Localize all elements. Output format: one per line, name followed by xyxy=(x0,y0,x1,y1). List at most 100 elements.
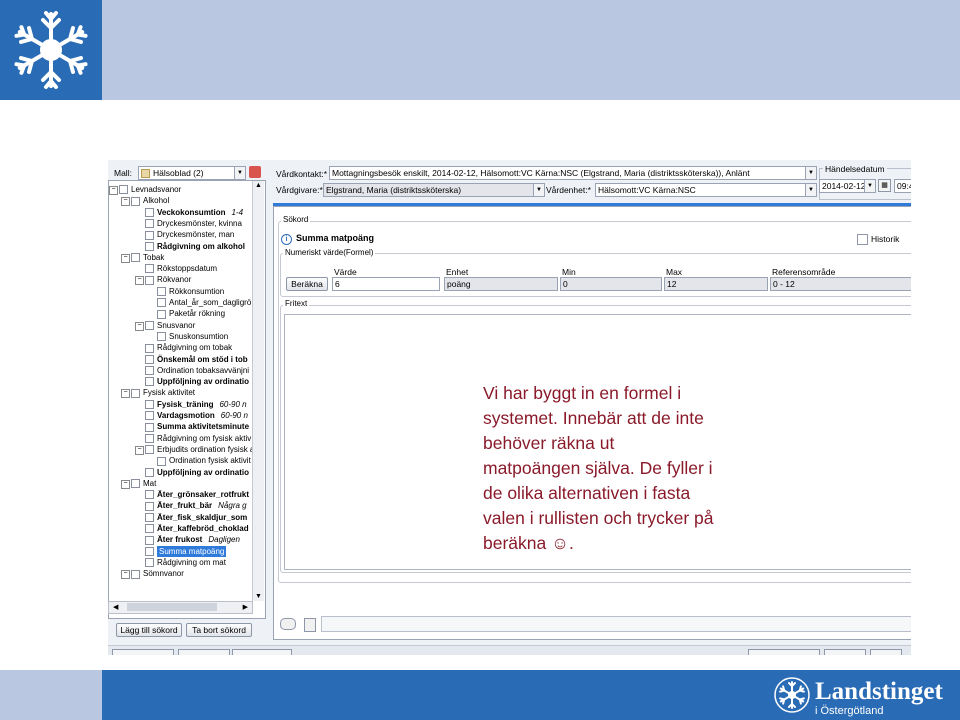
arrow-up-icon[interactable]: ▲ xyxy=(255,182,262,189)
tree-item[interactable]: − Snusvanor xyxy=(135,320,195,331)
date-field[interactable]: 2014-02-12 xyxy=(819,179,865,193)
collapse-icon[interactable]: − xyxy=(121,570,130,580)
eraser-icon[interactable] xyxy=(280,618,296,630)
splitter-handle[interactable] xyxy=(265,340,270,430)
tree-item[interactable]: Rådgivning om mat xyxy=(145,557,226,568)
tree-item[interactable]: Rådgivning om alkohol xyxy=(145,241,245,252)
node-icon xyxy=(145,524,154,534)
user-icon[interactable] xyxy=(249,166,261,178)
tree-item-value: 1-4 xyxy=(231,207,244,217)
handelsedatum-label: Händelsedatum xyxy=(823,164,887,174)
tree-item[interactable]: Antal_år_som_dagligrö xyxy=(157,297,251,308)
time-field[interactable]: 09:4 xyxy=(894,179,911,193)
tree-item[interactable]: Äter_frukt_bär Några g xyxy=(145,500,247,511)
node-icon xyxy=(145,264,154,274)
collapse-icon[interactable]: − xyxy=(121,389,130,399)
collapse-icon[interactable]: − xyxy=(135,445,144,455)
tree-item[interactable]: Äter frukost Dagligen xyxy=(145,534,240,545)
tree-item[interactable]: − Fysisk aktivitet xyxy=(121,387,195,399)
tree-item[interactable]: Snuskonsumtion xyxy=(157,331,228,342)
vardgivare-value: Elgstrand, Maria (distriktssköterska) xyxy=(326,185,462,195)
tree-item-label: Äter_grönsaker_rotfrukt xyxy=(157,490,250,500)
tree-item[interactable]: Rökstoppsdatum xyxy=(145,263,217,274)
vardgivare-select[interactable]: Elgstrand, Maria (distriktssköterska) ▼ xyxy=(323,183,545,197)
tree-item[interactable]: Uppföljning av ordinatio xyxy=(145,376,249,387)
template-icon xyxy=(141,169,150,179)
tree-item[interactable]: Rådgivning om tobak xyxy=(145,342,232,353)
bottom-button-1[interactable] xyxy=(748,649,820,655)
tree-item-label: Ordination tobaksavvänjni xyxy=(157,365,250,375)
node-icon xyxy=(145,411,154,421)
calendar-icon[interactable]: ▦ xyxy=(878,179,891,192)
tree-item-label: Paketår rökning xyxy=(169,309,226,319)
collapse-icon[interactable]: − xyxy=(121,197,130,207)
collapse-icon[interactable]: − xyxy=(109,186,118,195)
tree-item[interactable]: Dryckesmönster, kvinna xyxy=(145,218,242,229)
remove-keyword-button[interactable]: Ta bort sökord xyxy=(186,623,252,637)
sokord-title: Summa matpoäng xyxy=(296,233,375,243)
unit-field: poäng xyxy=(444,277,558,291)
arrow-left-icon[interactable]: ◀ xyxy=(113,603,118,611)
tree-item[interactable]: Summa matpoäng xyxy=(145,545,227,557)
historik-checkbox[interactable] xyxy=(857,234,868,245)
collapse-icon[interactable]: − xyxy=(121,479,130,489)
node-icon xyxy=(145,433,154,443)
vardenhet-select[interactable]: Hälsomott:VC Kärna:NSC ▼ xyxy=(595,183,817,197)
tree-item[interactable]: Fysisk_träning 60-90 n xyxy=(145,399,247,410)
chevron-down-icon: ▼ xyxy=(533,184,544,196)
tree-item-label: Önskemål om stöd i tob xyxy=(157,354,248,364)
brand-name: Landstinget xyxy=(815,678,943,705)
tree-item[interactable]: Summa aktivitetsminute xyxy=(145,421,249,432)
mall-select[interactable]: Hälsoblad (2) ▼ xyxy=(138,166,246,180)
add-keyword-button[interactable]: Lägg till sökord xyxy=(116,623,182,637)
tree-item[interactable]: − Tobak xyxy=(121,252,164,263)
tree-item[interactable]: Ordination tobaksavvänjni xyxy=(145,365,249,376)
tree-item[interactable]: − Levnadsvanor xyxy=(109,184,181,195)
tree-item[interactable]: Vardagsmotion 60-90 n xyxy=(145,410,248,421)
arrow-right-icon[interactable]: ▶ xyxy=(243,603,248,611)
tree-item[interactable]: Äter_grönsaker_rotfrukt xyxy=(145,489,249,500)
arrow-down-icon[interactable]: ▼ xyxy=(255,593,262,600)
tree-item[interactable]: − Alkohol xyxy=(121,195,169,207)
bottom-tab-3[interactable] xyxy=(232,649,292,655)
tree-item[interactable]: Önskemål om stöd i tob xyxy=(145,354,248,365)
collapse-icon[interactable]: − xyxy=(135,276,144,286)
tree-item[interactable]: − Erbjudits ordination fysisk a xyxy=(135,444,254,455)
tree-item[interactable]: Uppföljning av ordinatio xyxy=(145,467,249,478)
tree-item-label: Dryckesmönster, kvinna xyxy=(157,218,242,228)
tree-horizontal-scrollbar[interactable]: ◀ ▶ xyxy=(108,601,253,614)
node-icon xyxy=(157,332,166,342)
overlay-line: beräkna ☺. xyxy=(483,533,574,553)
tree-item[interactable]: Veckokonsumtion 1-4 xyxy=(145,207,243,218)
tree-item-label: Äter frukost xyxy=(157,535,203,545)
tree-item[interactable]: − Mat xyxy=(121,478,156,489)
tree-item[interactable]: − Rökvanor xyxy=(135,274,191,286)
bottom-tab-2[interactable] xyxy=(178,649,230,655)
tree-item[interactable]: Ordination fysisk aktivit xyxy=(157,455,251,466)
collapse-icon[interactable]: − xyxy=(135,321,144,331)
bottom-button-3[interactable] xyxy=(870,649,902,655)
node-icon xyxy=(131,196,140,206)
tree-vertical-scrollbar[interactable]: ▲ ▼ xyxy=(252,181,264,601)
tree-item[interactable]: Dryckesmönster, man xyxy=(145,229,234,240)
bottom-button-2[interactable] xyxy=(824,649,866,655)
berakna-button[interactable]: Beräkna xyxy=(286,277,328,291)
tree-item[interactable]: Äter_fisk_skaldjur_som xyxy=(145,512,247,523)
node-icon xyxy=(145,422,154,432)
chevron-down-icon[interactable]: ▼ xyxy=(864,179,876,193)
value-input[interactable]: 6 xyxy=(332,277,440,291)
node-icon xyxy=(145,400,154,410)
node-icon xyxy=(145,320,154,330)
vardkontakt-select[interactable]: Mottagningsbesök enskilt, 2014-02-12, Hä… xyxy=(329,166,817,180)
tree-item-label: Summa aktivitetsminute xyxy=(157,422,250,432)
tree-item[interactable]: Rökkonsumtion xyxy=(157,286,224,297)
collapse-icon[interactable]: − xyxy=(121,253,130,263)
scrollbar-thumb[interactable] xyxy=(127,603,217,611)
tree-item[interactable]: Rådgivning om fysisk aktiv xyxy=(145,433,251,444)
tree-item[interactable]: − Sömnvanor xyxy=(121,568,184,580)
bottom-tab-1[interactable] xyxy=(112,649,174,655)
column-max: Max xyxy=(666,267,683,277)
attachment-icon[interactable] xyxy=(304,618,316,632)
tree-item[interactable]: Paketår rökning xyxy=(157,308,225,319)
tree-item[interactable]: Äter_kaffebröd_choklad xyxy=(145,523,249,534)
